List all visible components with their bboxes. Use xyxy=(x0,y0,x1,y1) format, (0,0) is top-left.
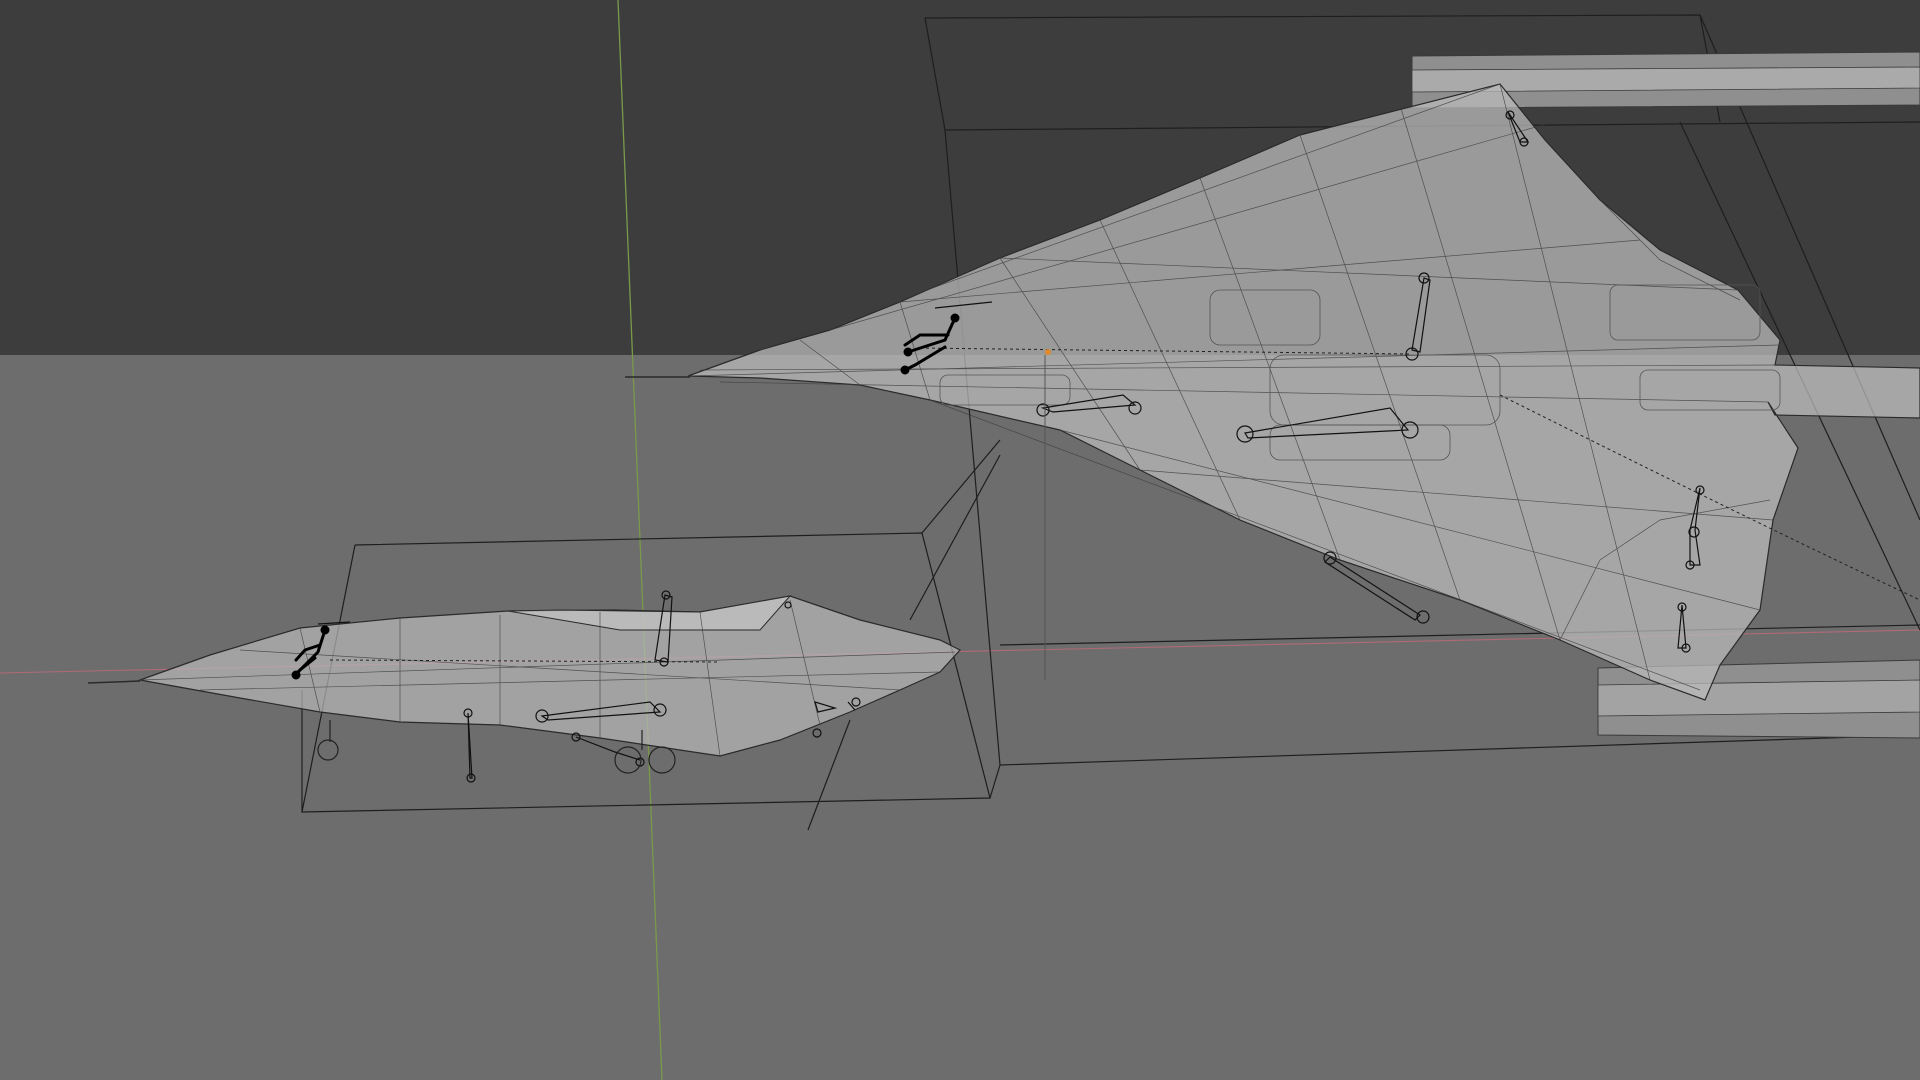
origin-point-icon xyxy=(1045,349,1051,355)
3d-viewport[interactable] xyxy=(0,0,1920,1080)
